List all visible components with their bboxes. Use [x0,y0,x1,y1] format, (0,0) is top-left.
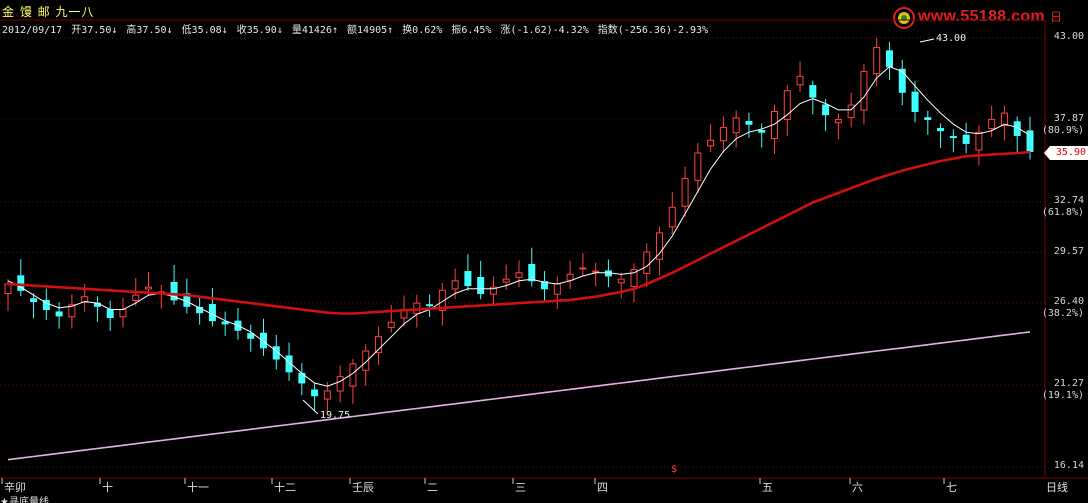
high-annotation: 43.00 [936,33,967,44]
candle-body [55,311,63,317]
candle-body [885,50,893,68]
candle-body [145,286,153,290]
candle-body [860,71,868,111]
candle-body [464,271,472,287]
candle-body [809,85,817,98]
candle-body [477,277,485,295]
candle-body [681,178,689,207]
y-tick-label: 29.57 [1053,245,1084,257]
candlesticks [4,37,1034,413]
candle-body [208,304,216,322]
candle-body [247,333,255,339]
candle-body [949,136,957,139]
candle-body [260,332,267,349]
y-tick-label: 16.14 [1053,460,1084,471]
candle-body [106,309,114,319]
low-leader [302,399,319,415]
fib-pct-label: (19.1%) [1041,390,1084,402]
y-tick-label: 21.27 [1053,378,1084,390]
candle-body [745,121,753,125]
candle-body [668,206,676,228]
candle-body [387,321,395,328]
candle-body [873,47,881,75]
high-leader [919,38,935,43]
y-tick-label: 37.87 [1053,112,1084,124]
candle-body [898,68,906,93]
candle-body [719,126,727,142]
candle-body [592,270,600,273]
candle-body [451,280,459,290]
x-axis-marker: $ [671,464,678,475]
candle-body [694,152,702,181]
ma_short-line [7,66,1031,387]
candle-body [643,251,651,274]
fib-pct-label: (38.2%) [1041,308,1084,320]
candle-body [515,272,523,278]
candle-body [924,117,932,120]
candle-body [962,134,970,144]
candle-body [822,104,830,116]
candle-body [502,278,510,283]
candle-body [834,118,842,124]
y-tick-label: 26.40 [1053,296,1084,308]
kline-chart[interactable] [0,0,1088,503]
candle-body [911,91,919,112]
low-annotation: 19.75 [320,410,351,421]
candle-body [988,118,996,130]
candle-body [847,104,855,119]
candle-body [553,283,561,295]
candle-body [323,390,331,400]
y-tick-label: 43.00 [1053,31,1084,42]
indicator-footer[interactable]: ★寻底量线 [0,493,1088,503]
candle-body [30,298,38,303]
candle-body [937,127,945,132]
candle-body [132,294,140,301]
candle-body [221,321,229,325]
candle-body [796,75,804,86]
candle-body [975,131,983,151]
candle-body [1000,112,1008,127]
candle-body [374,336,382,354]
candle-body [311,389,319,397]
fib-pct-label: (80.9%) [1041,124,1084,136]
fib-pct-label: (61.8%) [1041,206,1084,218]
candle-body [528,263,536,282]
candle-body [707,139,715,147]
candle-body [579,267,587,270]
y-tick-label: 32.74 [1053,194,1084,206]
current-price-tag: 35.90 [1044,146,1088,160]
moving-averages [7,38,1031,461]
candle-body [336,376,344,392]
candle-body [566,273,574,281]
candle-body [426,304,434,307]
candle-body [758,129,766,133]
candle-body [119,309,127,318]
candle-body [617,278,625,284]
ma_bottom-line [7,331,1031,461]
candle-body [732,117,740,134]
chart-grid [0,19,1088,484]
